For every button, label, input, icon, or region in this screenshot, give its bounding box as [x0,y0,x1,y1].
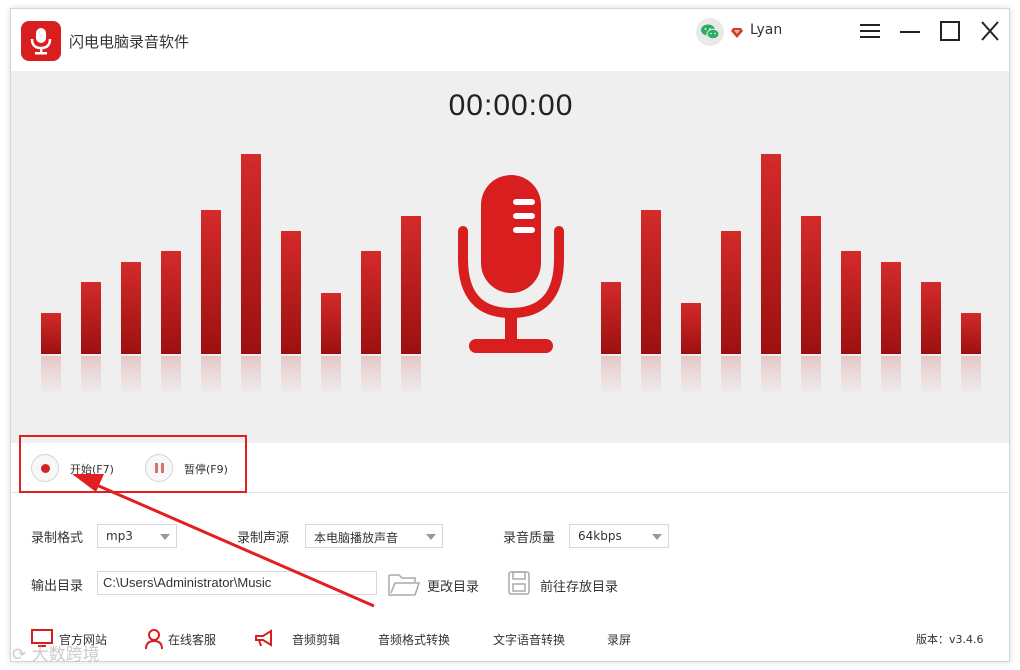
watermark: ⟳ 大数跨境 [12,645,100,665]
chevron-down-icon [160,534,170,540]
bar-reflection [921,356,941,396]
record-controls: 开始(F7) 暂停(F9) [11,435,1009,493]
chevron-down-icon [652,534,662,540]
app-title: 闪电电脑录音软件 [69,33,190,51]
equalizer-bar [601,282,621,354]
format-label: 录制格式 [31,531,84,546]
pause-label[interactable]: 暂停(F9) [184,461,228,477]
record-dot-icon [41,464,50,473]
quality-select[interactable]: 64kbps [569,524,669,548]
bar-reflection [801,356,821,396]
footer-format-convert-link[interactable]: 音频格式转换 [378,631,450,648]
equalizer-bar [361,251,381,354]
equalizer-bar [801,216,821,354]
open-dir-button[interactable]: 前往存放目录 [540,576,618,595]
bar-reflection [361,356,381,396]
chevron-down-icon [426,534,436,540]
bar-reflection [961,356,981,396]
equalizer-bar [721,231,741,354]
bar-reflection [761,356,781,396]
equalizer-bar [761,154,781,354]
save-disk-icon[interactable] [507,570,531,596]
source-select[interactable]: 本电脑播放声音 [305,524,443,548]
equalizer-bar [401,216,421,354]
diamond-vip-icon [730,24,744,38]
maximize-icon[interactable] [939,21,963,43]
bar-reflection [241,356,261,396]
microphone-logo-icon [21,21,61,61]
hamburger-menu-icon[interactable] [859,21,883,43]
bar-reflection [841,356,861,396]
bar-reflection [321,356,341,396]
support-agent-icon[interactable] [144,628,164,650]
close-icon[interactable] [979,21,1003,43]
bar-reflection [681,356,701,396]
equalizer-bar [961,313,981,354]
bar-reflection [881,356,901,396]
bar-reflection [641,356,661,396]
equalizer-bar [161,251,181,354]
microphone-icon [458,175,564,353]
wechat-icon[interactable] [696,18,724,46]
equalizer-bar [201,210,221,354]
bar-reflection [401,356,421,396]
footer-audio-edit-link[interactable]: 音频剪辑 [292,631,340,648]
equalizer-bar [841,251,861,354]
equalizer-bar [321,293,341,354]
output-label: 输出目录 [31,579,84,594]
minimize-icon[interactable] [899,21,923,43]
output-path-field[interactable]: C:\Users\Administrator\Music [97,571,377,595]
bar-reflection [81,356,101,396]
bar-reflection [121,356,141,396]
start-record-button[interactable] [31,454,59,482]
equalizer-bar [641,210,661,354]
start-label[interactable]: 开始(F7) [70,461,114,477]
folder-icon[interactable] [387,571,421,597]
pause-record-button[interactable] [145,454,173,482]
bar-reflection [161,356,181,396]
change-dir-button[interactable]: 更改目录 [427,576,479,595]
pause-icon [155,463,158,473]
equalizer-bar [921,282,941,354]
bar-reflection [721,356,741,396]
username[interactable]: Lyan [750,22,782,38]
bar-reflection [41,356,61,396]
bar-reflection [201,356,221,396]
footer-screen-record-link[interactable]: 录屏 [607,631,631,648]
equalizer-bar [121,262,141,354]
source-label: 录制声源 [237,531,290,546]
title-bar: 闪电电脑录音软件 Lyan [11,9,1009,71]
recording-visualizer: 00:00:00 [11,71,1009,443]
equalizer-bar [81,282,101,354]
version-label: 版本：v3.4.6 [916,633,984,646]
quality-label: 录音质量 [503,531,556,546]
equalizer-bar [881,262,901,354]
app-window: 闪电电脑录音软件 Lyan 00:00:00 开始(F7) 暂停(F9) 录制格… [10,8,1010,662]
equalizer-bar [241,154,261,354]
megaphone-icon[interactable] [253,628,275,648]
format-select[interactable]: mp3 [97,524,177,548]
equalizer-bar [681,303,701,354]
footer-support-link[interactable]: 在线客服 [168,631,216,648]
bar-reflection [281,356,301,396]
equalizer-bar [281,231,301,354]
bar-reflection [601,356,621,396]
equalizer-bar [41,313,61,354]
footer-tts-link[interactable]: 文字语音转换 [493,631,565,648]
